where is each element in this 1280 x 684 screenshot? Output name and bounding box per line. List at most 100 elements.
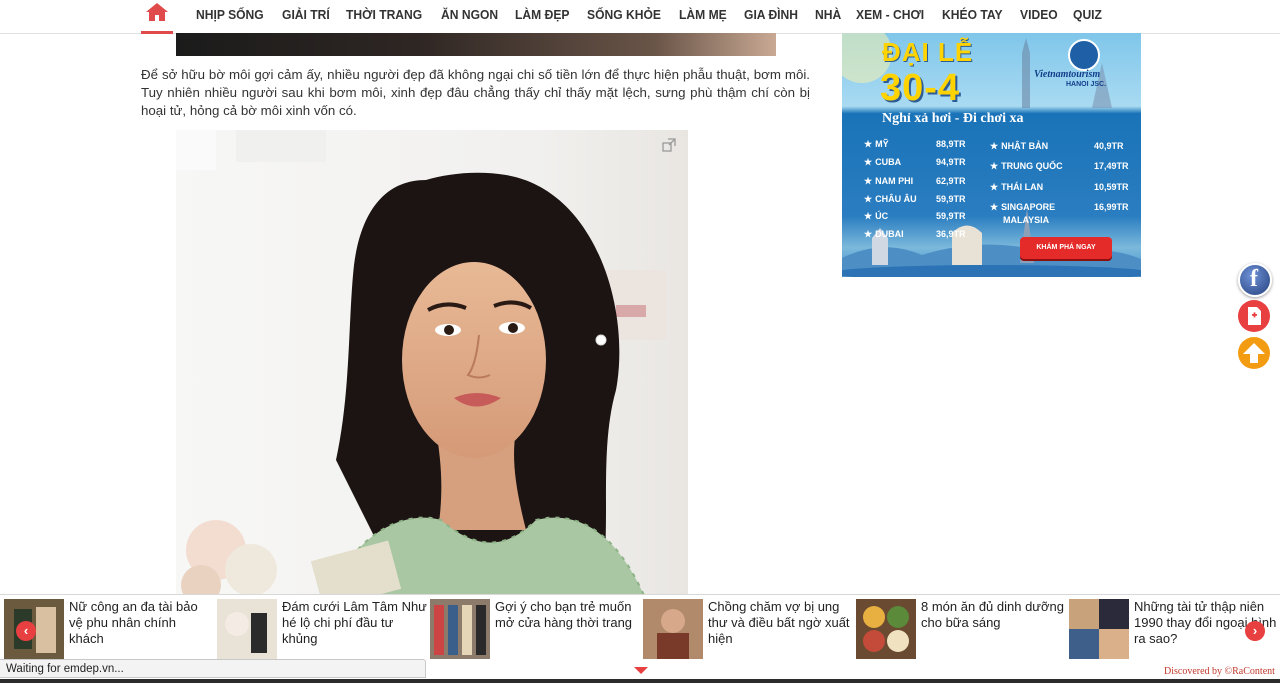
star-icon: ★ <box>990 141 999 151</box>
home-active-indicator <box>141 31 173 34</box>
dest-price: 10,59TR <box>1094 182 1129 192</box>
recommendation-thumbnail <box>1069 599 1129 659</box>
arrow-up-icon <box>1243 343 1265 363</box>
browser-status-bar: Waiting for emdep.vn... <box>0 659 426 678</box>
dest-name: TRUNG QUỐC <box>1001 161 1063 171</box>
dest-name: MỸ <box>875 139 889 149</box>
dest-name: NAM PHI <box>875 176 914 186</box>
recommendation-title: Chồng chăm vợ bị ung thư và điều bất ngờ… <box>708 599 850 646</box>
ad-headline: ĐẠI LỄ <box>882 37 974 67</box>
star-icon: ★ <box>990 202 999 212</box>
nav-item-nha[interactable]: NHÀ <box>809 0 847 33</box>
dest-price: 36,9TR <box>936 229 966 239</box>
collapse-caret-icon[interactable] <box>634 667 648 674</box>
carousel-next-button[interactable]: › <box>1245 621 1265 641</box>
dest-price: 94,9TR <box>936 157 966 167</box>
dest-price: 59,9TR <box>936 194 966 204</box>
dest-price: 17,49TR <box>1094 161 1129 171</box>
nav-item-gia-dinh[interactable]: GIA ĐÌNH <box>738 0 804 33</box>
nav-item-quiz[interactable]: QUIZ <box>1067 0 1108 33</box>
home-icon <box>146 3 168 21</box>
star-icon: ★ <box>864 211 873 221</box>
ad-brand-sub: HANOI JSC. <box>1066 81 1107 88</box>
recommendation-thumbnail <box>643 599 703 659</box>
recommendation-thumbnail <box>217 599 277 659</box>
star-icon: ★ <box>864 139 873 149</box>
recommendation-item[interactable]: Đám cưới Lâm Tâm Như hé lộ chi phí đầu t… <box>217 599 427 661</box>
dest-name: CHÂU ÂU <box>875 194 917 204</box>
recommendation-item[interactable]: 8 món ăn đủ dinh dưỡng cho bữa sáng <box>856 599 1064 661</box>
carousel-prev-button[interactable]: ‹ <box>16 621 36 641</box>
recommendation-title: Gợi ý cho bạn trẻ muốn mở cửa hàng thời … <box>495 599 633 630</box>
facebook-share-button[interactable]: f <box>1238 263 1272 297</box>
star-icon: ★ <box>990 182 999 192</box>
home-button[interactable] <box>141 0 173 34</box>
ad-dest-right: ★ THÁI LAN 10,59TR <box>990 182 1129 193</box>
star-icon: ★ <box>864 229 873 239</box>
nav-item-lam-me[interactable]: LÀM MẸ <box>673 0 733 33</box>
nav-item-nhip-song[interactable]: NHỊP SỐNG <box>190 0 270 33</box>
nav-menu: NHỊP SỐNG GIẢI TRÍ THỜI TRANG ĂN NGON LÀ… <box>190 0 1111 33</box>
ad-dest-left: ★ CHÂU ÂU 59,9TR <box>864 194 966 205</box>
window-bottom-edge <box>0 679 1280 683</box>
travel-ad-banner[interactable]: ĐẠI LỄ 30-4 Nghỉ xả hơi - Đi chơi xa Vie… <box>842 33 1141 277</box>
recommendation-title: Nữ công an đa tài bảo vệ phu nhân chính … <box>69 599 198 646</box>
save-document-icon <box>1248 307 1261 325</box>
top-navigation: NHỊP SỐNG GIẢI TRÍ THỜI TRANG ĂN NGON LÀ… <box>0 0 1280 34</box>
dest-price: 62,9TR <box>936 176 966 186</box>
recommendation-title: Đám cưới Lâm Tâm Như hé lộ chi phí đầu t… <box>282 599 427 646</box>
discovered-by-label[interactable]: Discovered by ©RaContent <box>1164 666 1275 677</box>
recommendation-title: 8 món ăn đủ dinh dưỡng cho bữa sáng <box>921 599 1064 630</box>
ad-dest-right: ★ NHẬT BẢN 40,9TR <box>990 141 1124 152</box>
ad-dest-right: MALAYSIA <box>1003 215 1049 225</box>
facebook-icon: f <box>1250 266 1258 292</box>
recommendation-thumbnail <box>856 599 916 659</box>
dest-name: SINGAPORE <box>1001 202 1056 212</box>
ad-dest-left: ★ MỸ 88,9TR <box>864 139 966 150</box>
dest-name: CUBA <box>875 157 902 167</box>
dest-name: THÁI LAN <box>1001 182 1044 192</box>
dest-name: MALAYSIA <box>1003 215 1050 225</box>
ad-tagline: Nghỉ xả hơi - Đi chơi xa <box>882 111 1024 126</box>
ad-cta-button[interactable]: KHÁM PHÁ NGAY <box>1020 237 1112 259</box>
star-icon: ★ <box>864 194 873 204</box>
article-image-top <box>176 33 776 56</box>
woman-portrait-image <box>176 130 688 600</box>
dest-name: NHẬT BẢN <box>1001 141 1049 151</box>
scroll-to-top-button[interactable] <box>1238 337 1270 369</box>
nav-item-kheo-tay[interactable]: KHÉO TAY <box>936 0 1009 33</box>
ad-date: 30-4 <box>880 67 961 109</box>
recommendation-item[interactable]: Gợi ý cho bạn trẻ muốn mở cửa hàng thời … <box>430 599 635 661</box>
star-icon: ★ <box>864 157 873 167</box>
ad-dest-left: ★ CUBA 94,9TR <box>864 157 966 168</box>
nav-item-an-ngon[interactable]: ĂN NGON <box>435 0 504 33</box>
expand-icon[interactable] <box>662 138 676 152</box>
dest-name: ÚC <box>875 211 889 221</box>
ad-dest-right: ★ SINGAPORE 16,99TR <box>990 202 1129 213</box>
recommendation-item[interactable]: Những tài tử thập niên 1990 thay đổi ngo… <box>1069 599 1276 661</box>
nav-item-giai-tri[interactable]: GIẢI TRÍ <box>276 0 336 33</box>
chevron-left-icon: ‹ <box>23 623 29 638</box>
recommendation-thumbnail <box>430 599 490 659</box>
dest-price: 40,9TR <box>1094 141 1124 151</box>
nav-item-thoi-trang[interactable]: THỜI TRANG <box>340 0 428 33</box>
nav-item-lam-dep[interactable]: LÀM ĐẸP <box>509 0 575 33</box>
nav-item-video[interactable]: VIDEO <box>1014 0 1064 33</box>
vietnamtourism-logo <box>1068 39 1100 71</box>
nav-item-xem-choi[interactable]: XEM - CHƠI <box>850 0 930 33</box>
ad-dest-left: ★ DUBAI 36,9TR <box>864 229 966 240</box>
nav-item-song-khoe[interactable]: SỐNG KHỎE <box>581 0 667 33</box>
ad-brand: Vietnamtourism <box>1034 69 1101 80</box>
star-icon: ★ <box>864 176 873 186</box>
star-icon: ★ <box>990 161 999 171</box>
ad-dest-right: ★ TRUNG QUỐC 17,49TR <box>990 161 1129 172</box>
article-photo[interactable] <box>176 130 688 600</box>
recommendation-item[interactable]: Chồng chăm vợ bị ung thư và điều bất ngờ… <box>643 599 850 661</box>
chevron-right-icon: › <box>1252 623 1258 638</box>
ad-dest-left: ★ NAM PHI 62,9TR <box>864 176 966 187</box>
ad-dest-left: ★ ÚC 59,9TR <box>864 211 966 222</box>
dest-price: 16,99TR <box>1094 202 1129 212</box>
article-paragraph: Để sở hữu bờ môi gợi cảm ấy, nhiều người… <box>141 67 810 118</box>
dest-price: 59,9TR <box>936 211 966 221</box>
save-article-button[interactable] <box>1238 300 1270 332</box>
